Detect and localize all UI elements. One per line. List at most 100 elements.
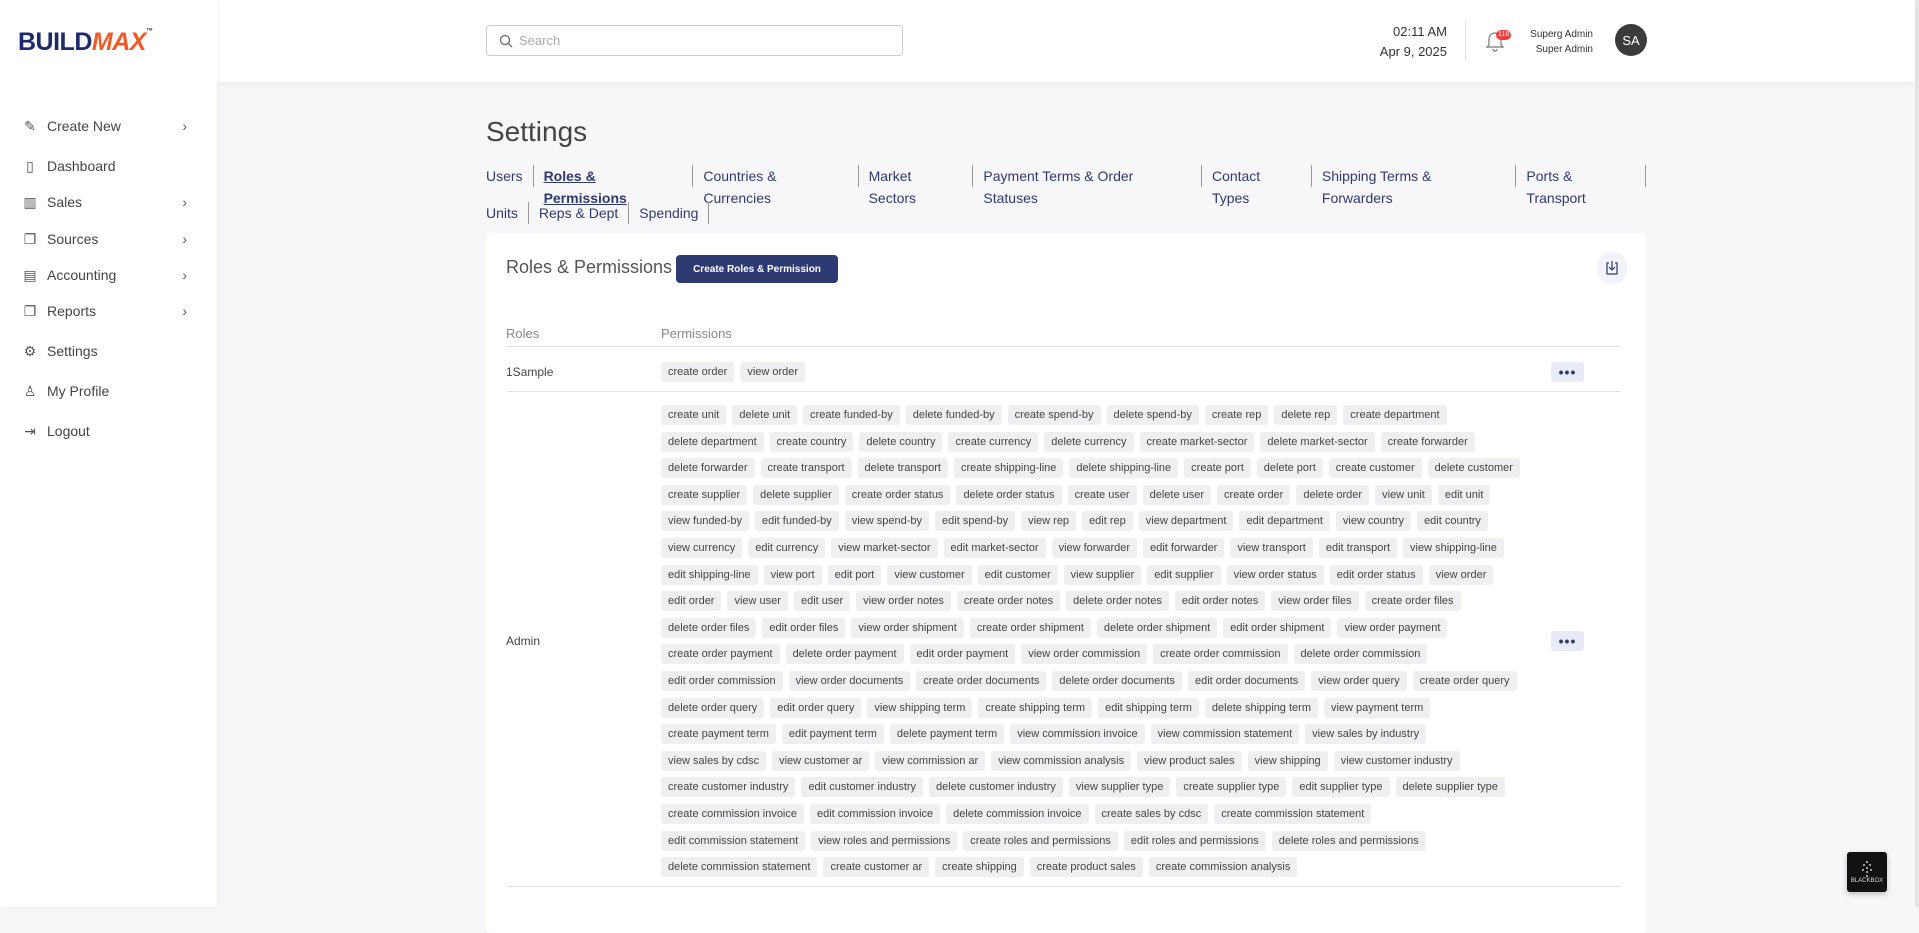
sidebar-item-reports[interactable]: ❐ Reports › xyxy=(22,299,197,323)
permission-tag: create country xyxy=(769,431,854,452)
time-text: 02:11 AM xyxy=(1393,24,1447,39)
tab-countries-currencies[interactable]: Countries & Currencies xyxy=(693,165,859,206)
edit-icon: ✎ xyxy=(24,117,36,134)
download-button[interactable] xyxy=(1597,251,1627,285)
permission-tag: view order status xyxy=(1226,564,1324,585)
sidebar-item-sales[interactable]: ▥ Sales › xyxy=(22,190,197,214)
permission-tag: edit order documents xyxy=(1187,670,1306,691)
permission-tag: edit user xyxy=(793,591,851,612)
sidebar-item-dashboard[interactable]: ▯ Dashboard xyxy=(22,154,197,178)
permission-tag: create product sales xyxy=(1029,857,1143,878)
permission-tag: view commission analysis xyxy=(991,750,1132,771)
permission-tag: delete order status xyxy=(956,484,1062,505)
tab-payment-terms-order-statuses[interactable]: Payment Terms & Order Statuses xyxy=(973,165,1202,206)
tab-roles-permissions[interactable]: Roles & Permissions xyxy=(534,165,694,206)
permission-tag: create user xyxy=(1067,484,1137,505)
scrollbar[interactable] xyxy=(1915,0,1919,907)
permission-tag: view transport xyxy=(1230,537,1313,558)
permission-tag: view commission invoice xyxy=(1010,724,1145,745)
avatar[interactable]: SA xyxy=(1615,24,1647,56)
permission-tag: edit order commission xyxy=(661,670,783,691)
permission-tag: create order xyxy=(661,362,735,382)
logout-icon: ⇥ xyxy=(24,422,36,439)
divider xyxy=(1465,20,1466,61)
permission-tag: edit commission statement xyxy=(661,830,806,851)
more-options-button[interactable]: ••• xyxy=(1551,362,1584,382)
permission-tag: view port xyxy=(763,564,822,585)
tab-units[interactable]: Units xyxy=(486,202,529,224)
permission-tag: view currency xyxy=(661,537,743,558)
card-title: Roles & Permissions xyxy=(506,257,673,277)
permission-tag: edit order payment xyxy=(909,644,1016,665)
permission-tag: delete department xyxy=(661,431,764,452)
sidebar-item-my-profile[interactable]: ♙ My Profile xyxy=(22,379,197,403)
sidebar-item-label: Logout xyxy=(47,423,90,439)
permission-tag: view order query xyxy=(1311,670,1407,691)
permission-tag: create order payment xyxy=(661,644,780,665)
permission-tag: create unit xyxy=(661,405,727,425)
date-text: Apr 9, 2025 xyxy=(1379,44,1447,59)
logo-build: BUILD xyxy=(18,28,92,56)
permission-tag: delete market-sector xyxy=(1260,431,1375,452)
permission-tag: view order files xyxy=(1271,591,1359,612)
sidebar-item-settings[interactable]: ⚙ Settings xyxy=(22,339,197,363)
permission-tag: create customer xyxy=(1328,458,1422,479)
copy-icon: ❐ xyxy=(23,230,37,247)
permission-tag: create order documents xyxy=(916,670,1047,691)
search-input[interactable] xyxy=(519,33,879,48)
permission-tag: delete order files xyxy=(661,617,757,638)
sidebar-item-accounting[interactable]: ▤ Accounting › xyxy=(22,263,197,287)
logo[interactable]: BUILDMAX™ xyxy=(18,28,153,57)
permission-tag: create commission analysis xyxy=(1148,857,1298,878)
more-options-button[interactable]: ••• xyxy=(1551,631,1584,651)
tab-reps-dept[interactable]: Reps & Dept xyxy=(529,202,630,224)
permission-tag: view sales by industry xyxy=(1305,724,1427,745)
permission-tag: view shipping xyxy=(1247,750,1328,771)
permission-tag: view shipping-line xyxy=(1403,537,1504,558)
permission-tags: create unit delete unit create funded-by de… xyxy=(661,405,1521,878)
permission-tag: view order notes xyxy=(856,591,951,612)
permission-tag: edit market-sector xyxy=(943,537,1046,558)
tab-shipping-terms-forwarders[interactable]: Shipping Terms & Forwarders xyxy=(1312,165,1517,206)
tab-market-sectors[interactable]: Market Sectors xyxy=(859,165,974,206)
permission-tag: view funded-by xyxy=(661,511,749,532)
user-info[interactable]: Superg Admin Super Admin xyxy=(1513,27,1593,57)
permission-tag: edit currency xyxy=(748,537,826,558)
permission-tag: create transport xyxy=(760,458,852,479)
permission-tag: view user xyxy=(727,591,788,612)
permission-tag: view order shipment xyxy=(851,617,964,638)
permission-tag: edit customer xyxy=(977,564,1058,585)
permission-tag: edit forwarder xyxy=(1143,537,1225,558)
tab-users[interactable]: Users xyxy=(486,165,534,187)
permission-tag: edit port xyxy=(827,564,882,585)
permission-tag: view sales by cdsc xyxy=(661,750,767,771)
sidebar-item-label: My Profile xyxy=(47,383,110,399)
permission-tag: delete funded-by xyxy=(905,405,1002,425)
clipboard-icon: ▯ xyxy=(26,157,34,174)
sidebar-item-sources[interactable]: ❐ Sources › xyxy=(22,227,197,251)
permission-tag: delete commission invoice xyxy=(946,803,1089,824)
tab-ports-transport[interactable]: Ports & Transport xyxy=(1516,165,1646,206)
user-icon: ♙ xyxy=(23,382,37,399)
permission-tag: create commission invoice xyxy=(661,803,804,824)
permission-tag: create payment term xyxy=(661,724,776,745)
permission-tag: view supplier type xyxy=(1068,777,1171,798)
permission-tag: view spend-by xyxy=(844,511,930,532)
role-name: Admin xyxy=(506,634,541,648)
permission-tag: delete customer industry xyxy=(929,777,1063,798)
permission-tag: view forwarder xyxy=(1051,537,1138,558)
blackbox-widget[interactable]: BLACKBOX xyxy=(1847,852,1887,892)
permission-tag: edit order files xyxy=(762,617,846,638)
sidebar-item-create-new[interactable]: ✎ Create New › xyxy=(22,114,197,138)
tab-spending[interactable]: Spending xyxy=(629,202,710,224)
permission-tag: create shipping xyxy=(935,857,1024,878)
search-box[interactable] xyxy=(486,25,903,56)
sidebar-item-logout[interactable]: ⇥ Logout xyxy=(22,419,197,443)
notification-badge: 118 xyxy=(1496,30,1512,40)
create-role-button[interactable]: Create Roles & Permission xyxy=(676,255,838,283)
permission-tag: edit department xyxy=(1239,511,1330,532)
permission-tag: delete order xyxy=(1296,484,1370,505)
tab-contact-types[interactable]: Contact Types xyxy=(1202,165,1312,206)
permission-tag: create market-sector xyxy=(1139,431,1255,452)
permission-tag: create order query xyxy=(1412,670,1517,691)
